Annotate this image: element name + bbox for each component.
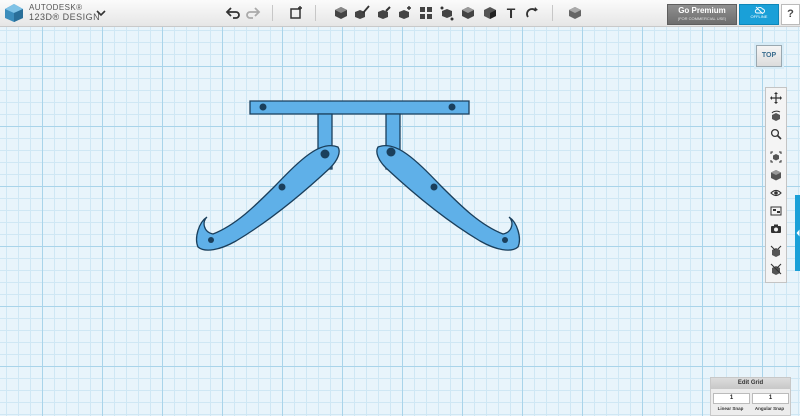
measure-icon[interactable] [481, 4, 499, 22]
offline-label: OFFLINE [750, 14, 768, 19]
text-icon[interactable]: T [502, 4, 520, 22]
hole-right-mid [430, 183, 438, 191]
pattern-icon[interactable] [417, 4, 435, 22]
hole-left-tip [208, 237, 214, 243]
primitives-icon[interactable] [332, 4, 350, 22]
redo-icon[interactable] [244, 4, 262, 22]
hole-right-pivot [386, 147, 396, 157]
pan-icon[interactable] [769, 91, 783, 105]
top-toolbar: AUTODESK® 123D® DESIGN T Go Premium (FOR… [0, 0, 800, 27]
view-icon[interactable] [769, 168, 783, 182]
edit-grid-button[interactable]: Edit Grid [711, 378, 790, 389]
edit-grid-panel: Edit Grid 1 1 Linear Snap Angular Snap [710, 377, 791, 416]
snap-icon[interactable] [523, 4, 541, 22]
toolbar-divider [552, 5, 553, 21]
left-arm [195, 145, 340, 251]
hole-bar-right [448, 103, 456, 111]
angular-snap-label: Angular Snap [754, 406, 785, 411]
right-arm [376, 145, 521, 251]
model-holes [208, 103, 508, 243]
model-part [195, 100, 521, 251]
modify-icon[interactable] [396, 4, 414, 22]
hole-right-tip [502, 237, 508, 243]
hanger-post-right [385, 113, 401, 170]
camera-icon[interactable] [769, 222, 783, 236]
hanger-post-left [317, 113, 333, 170]
brand-bottom-text: 123D® DESIGN [29, 12, 101, 22]
chevron-down-icon[interactable] [95, 7, 107, 19]
toolbar-divider [315, 5, 316, 21]
brand-top-text: AUTODESK® [29, 3, 83, 12]
angular-snap-field[interactable]: 1 [752, 393, 789, 404]
transform-icon[interactable] [287, 4, 305, 22]
visibility-icon[interactable] [769, 186, 783, 200]
linear-snap-field[interactable]: 1 [713, 393, 750, 404]
cloud-icon [754, 6, 765, 14]
materials-icon[interactable] [769, 204, 783, 218]
sketch-icon[interactable] [353, 4, 371, 22]
grid-icon[interactable] [769, 262, 783, 276]
undo-icon[interactable] [224, 4, 242, 22]
linear-snap-label: Linear Snap [717, 406, 744, 411]
model-canvas [195, 100, 521, 251]
offline-button[interactable]: OFFLINE [739, 4, 779, 25]
chevron-left-icon[interactable] [796, 229, 800, 237]
outline-icon[interactable] [769, 244, 783, 258]
navigation-bar [765, 87, 787, 283]
fit-icon[interactable] [769, 150, 783, 164]
help-button[interactable]: ? [781, 4, 800, 25]
zoom-icon[interactable] [769, 127, 783, 141]
combine-icon[interactable] [459, 4, 477, 22]
orbit-icon[interactable] [769, 109, 783, 123]
viewcube-top[interactable]: TOP [756, 45, 782, 67]
premium-title: Go Premium [678, 6, 726, 15]
hole-left-mid [278, 183, 286, 191]
toolbar-divider [272, 5, 273, 21]
hole-left-pivot [320, 149, 330, 159]
material-icon[interactable] [566, 4, 584, 22]
autodesk-logo-icon [5, 4, 23, 22]
grouping-icon[interactable] [438, 4, 456, 22]
construct-icon[interactable] [375, 4, 393, 22]
hanger-crossbar [249, 100, 470, 115]
go-premium-button[interactable]: Go Premium (FOR COMMERCIAL USE) [667, 4, 737, 25]
hole-bar-left [259, 103, 267, 111]
premium-subtitle: (FOR COMMERCIAL USE) [677, 16, 727, 21]
